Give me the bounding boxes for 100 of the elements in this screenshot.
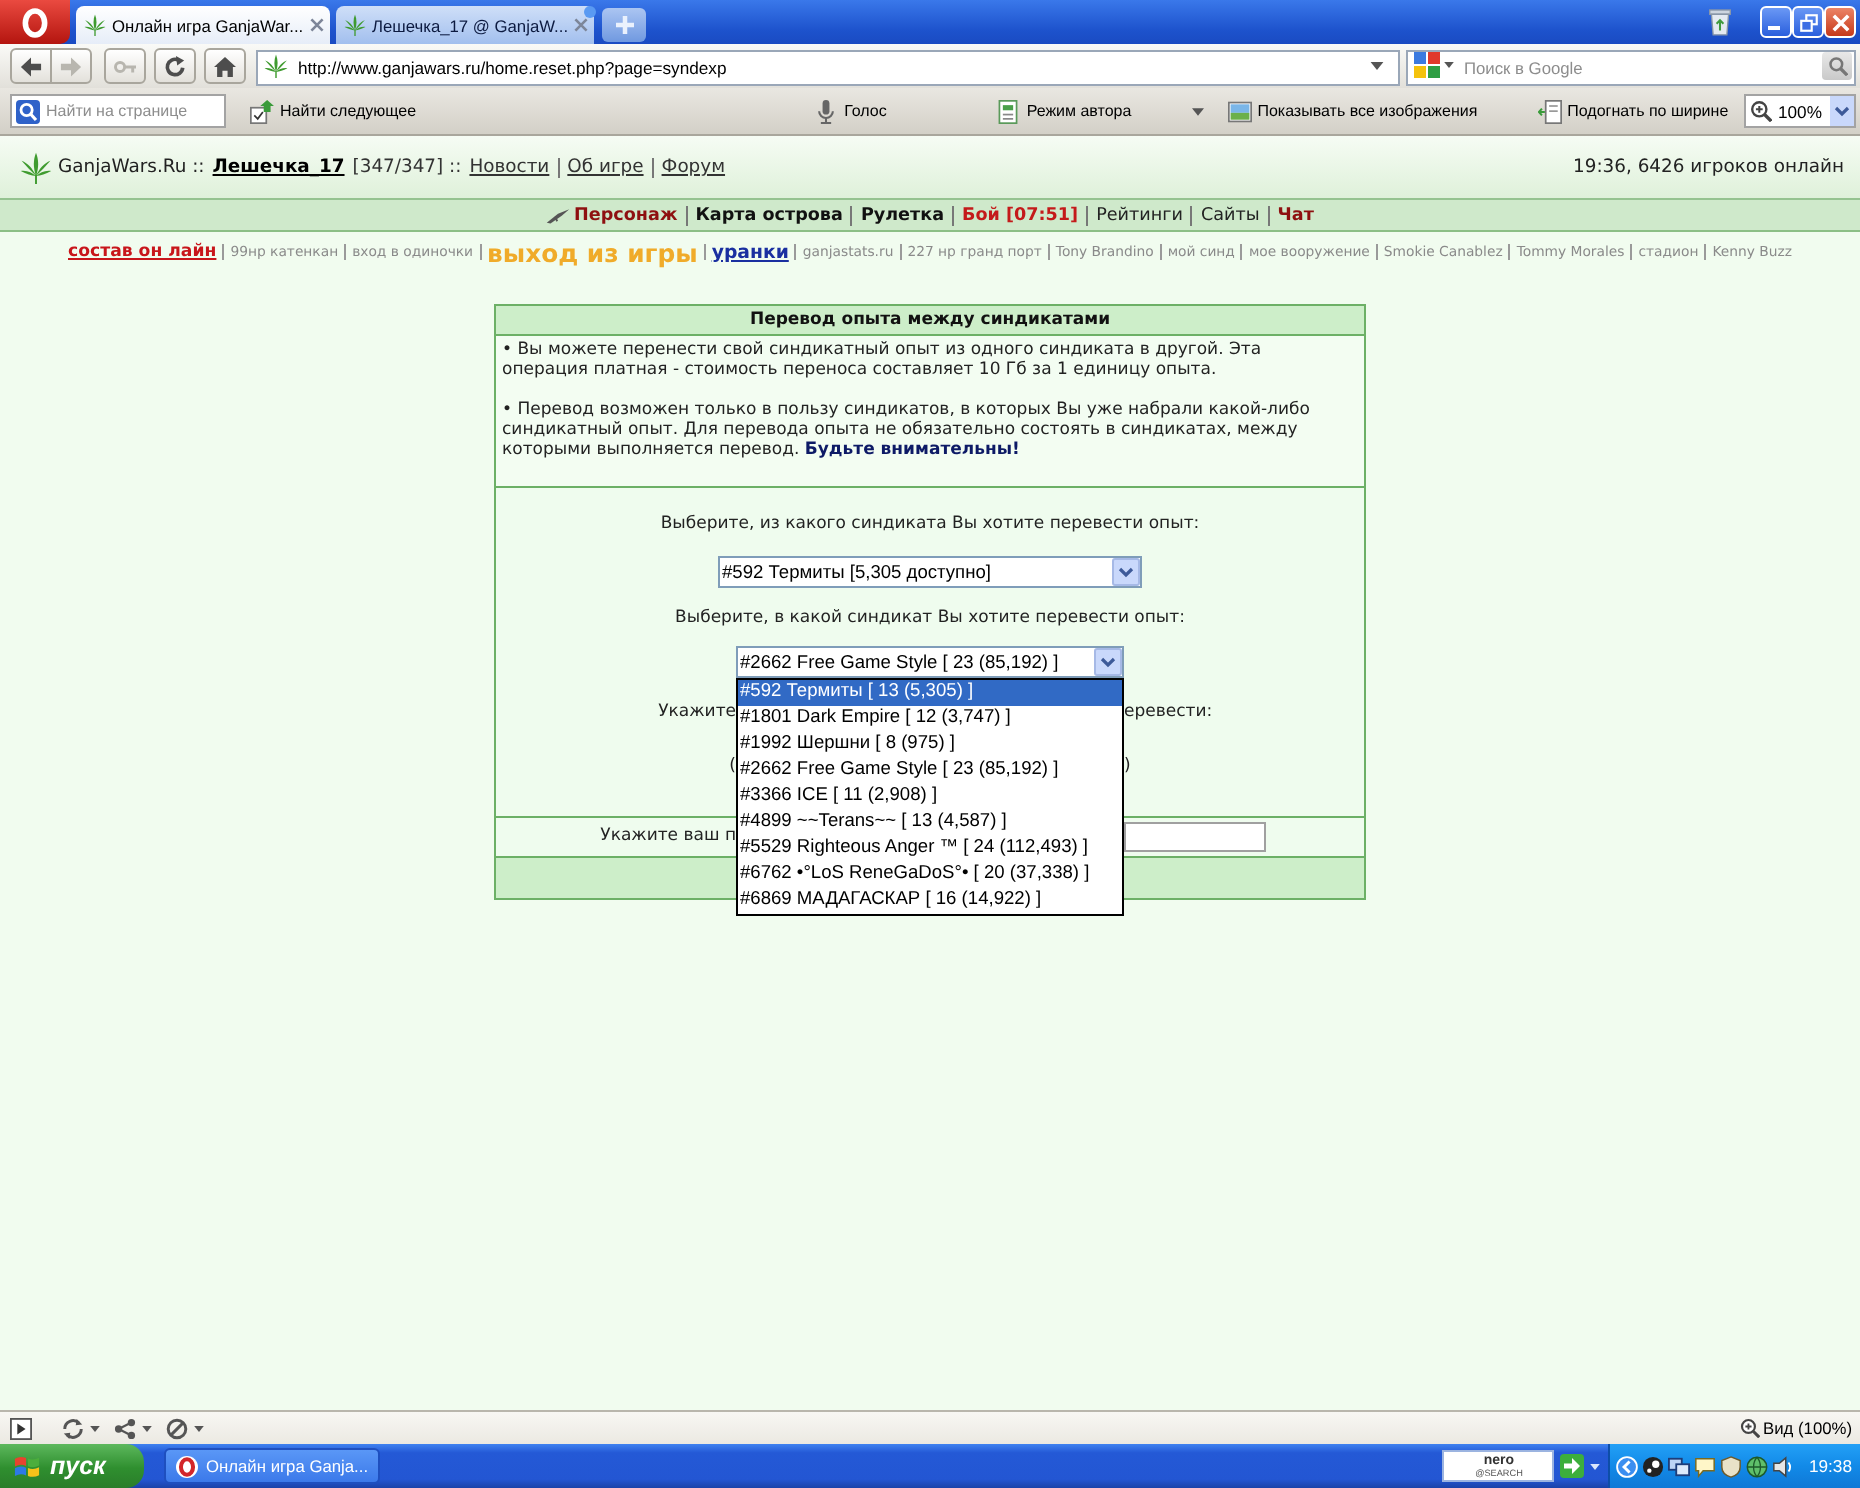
info-paragraph: • Вы можете перенести свой синдикатный опыт из одного синдиката в другой. Эта операция платная - стоимость переноса составляет 10 Гб за 1 единицу опыта. bbox=[502, 340, 1264, 380]
block-icon[interactable] bbox=[166, 1417, 188, 1439]
disc-icon[interactable] bbox=[1642, 1455, 1665, 1477]
forward-arrow-icon bbox=[60, 55, 82, 77]
flag-icon bbox=[14, 1453, 40, 1479]
search-button[interactable] bbox=[1822, 52, 1852, 80]
dropdown-option[interactable]: #592 Термиты [ 13 (5,305) ] bbox=[738, 680, 1122, 706]
dropdown-option[interactable]: #1801 Dark Empire [ 12 (3,747) ] bbox=[738, 706, 1122, 732]
nav-link[interactable]: Сайты bbox=[1200, 205, 1260, 225]
arrow-icon[interactable] bbox=[1560, 1454, 1585, 1478]
browser-tab[interactable]: Онлайн игра GanjaWar... bbox=[76, 6, 330, 44]
leaf-icon bbox=[264, 54, 288, 78]
nav-link[interactable]: Бой [07:51] bbox=[962, 205, 1079, 225]
search-icon bbox=[16, 99, 40, 123]
caret-icon[interactable] bbox=[1370, 62, 1384, 70]
amount-prompt: еревести: bbox=[1124, 702, 1213, 724]
menu-link[interactable]: Новости bbox=[469, 156, 550, 178]
speech-bubble-icon[interactable] bbox=[1694, 1455, 1717, 1477]
nav-link[interactable]: Рулетка bbox=[860, 205, 945, 225]
page-fit-icon bbox=[1537, 99, 1562, 123]
colored-squares-icon[interactable] bbox=[1414, 52, 1440, 78]
find-field[interactable]: Найти на странице bbox=[10, 94, 226, 128]
caret-icon[interactable] bbox=[1444, 62, 1454, 68]
close-icon bbox=[1831, 13, 1849, 31]
globe-icon[interactable] bbox=[1746, 1455, 1769, 1477]
home-button[interactable] bbox=[204, 48, 246, 84]
start-button[interactable]: пуск bbox=[0, 1444, 144, 1488]
menu-link[interactable]: Об игре bbox=[567, 156, 644, 178]
target-select[interactable]: #2662 Free Game Style [ 23 (85,192) ] bbox=[736, 646, 1124, 678]
ring-icon bbox=[22, 7, 48, 37]
user-link[interactable]: Лешечка_17 bbox=[212, 156, 345, 178]
speaker-icon[interactable] bbox=[1772, 1455, 1795, 1477]
new-tab-button[interactable] bbox=[602, 8, 646, 42]
dropdown-option[interactable]: #2662 Free Game Style [ 23 (85,192) ] bbox=[738, 758, 1122, 784]
nav-link[interactable]: Чат bbox=[1277, 205, 1314, 225]
author-mode-button[interactable]: Режим автора bbox=[996, 99, 1132, 123]
dropdown-option[interactable]: #6869 МАДАГАСКАР [ 16 (14,922) ] bbox=[738, 888, 1122, 914]
show-images-button[interactable]: Показывать все изображения bbox=[1227, 99, 1478, 123]
nav-link[interactable]: Рейтинги bbox=[1096, 205, 1183, 225]
back-button[interactable] bbox=[10, 48, 52, 84]
reload-icon bbox=[164, 55, 186, 77]
trash-icon[interactable] bbox=[1708, 8, 1732, 36]
info-paragraph: • Перевод возможен только в пользу синдикатов, в которых Вы уже набрали какой-либо синдикатный опыт. Для перевода опыта не обязательно состоять в синдикатах, между которыми выполняется перевод. Будьте внимательны! bbox=[502, 400, 1312, 460]
quick-link[interactable]: состав он лайн bbox=[68, 242, 217, 262]
back-arrow-icon bbox=[20, 55, 42, 77]
caret-icon[interactable] bbox=[1590, 1463, 1601, 1469]
caret-icon[interactable] bbox=[142, 1425, 152, 1431]
share-icon[interactable] bbox=[114, 1417, 136, 1439]
close-icon[interactable] bbox=[309, 18, 324, 32]
password-prompt: Укажите ваш п bbox=[600, 826, 736, 848]
nav-link[interactable]: Персонаж bbox=[574, 205, 678, 225]
dropdown-option[interactable]: #1992 Шершни [ 8 (975) ] bbox=[738, 732, 1122, 758]
ring-icon bbox=[176, 1455, 198, 1477]
key-icon bbox=[114, 55, 136, 77]
panel-toggle-icon[interactable] bbox=[10, 1417, 32, 1439]
caret-icon[interactable] bbox=[90, 1425, 100, 1431]
leaf-icon bbox=[84, 14, 106, 36]
amount-prompt: Укажите bbox=[658, 702, 736, 724]
minimize-button[interactable] bbox=[1760, 6, 1792, 38]
browser-tab[interactable]: Лешечка_17 @ GanjaW... bbox=[336, 6, 594, 44]
taskbar-button[interactable]: Онлайн игра Ganja... bbox=[164, 1448, 380, 1484]
zoom-icon bbox=[1739, 1418, 1760, 1438]
online-status: 19:36, 6426 игроков онлайн bbox=[1573, 156, 1844, 178]
zoom-button[interactable]: Вид (100%) bbox=[1739, 1418, 1852, 1438]
document-icon bbox=[996, 99, 1021, 123]
search-field[interactable]: Поиск в Google bbox=[1406, 50, 1856, 86]
menu-button[interactable] bbox=[0, 0, 70, 44]
amount-hint: ) bbox=[1124, 756, 1131, 778]
minimize-icon bbox=[1768, 26, 1780, 30]
dropdown-option[interactable]: #3366 ICE [ 11 (2,908) ] bbox=[738, 784, 1122, 810]
search-icon bbox=[1827, 56, 1847, 76]
close-button[interactable] bbox=[1824, 6, 1856, 38]
panel-title: Перевод опыта между синдикатами bbox=[496, 306, 1364, 336]
voice-button[interactable]: Голос bbox=[814, 99, 887, 123]
dropdown-option[interactable]: #4899 ~~Terans~~ [ 13 (4,587) ] bbox=[738, 810, 1122, 836]
find-next-button[interactable]: Найти следующее bbox=[250, 99, 417, 123]
amount-hint: ( bbox=[729, 756, 736, 778]
password-field[interactable] bbox=[1124, 822, 1266, 852]
address-field[interactable]: http://www.ganjawars.ru/home.reset.php?page=syndexp bbox=[256, 50, 1400, 86]
source-prompt: Выберите, из какого синдиката Вы хотите перевести опыт: bbox=[658, 514, 1202, 536]
dropdown-option[interactable]: #6762 •°LoS ReneGaDoS°• [ 20 (37,338) ] bbox=[738, 862, 1122, 888]
source-select[interactable]: #592 Термиты [5,305 доступно] bbox=[718, 556, 1142, 588]
caret-icon[interactable] bbox=[1191, 107, 1204, 115]
sync-icon[interactable] bbox=[62, 1417, 84, 1439]
rifle-icon bbox=[546, 207, 571, 223]
dropdown-option[interactable]: #5529 Righteous Anger ™ [ 24 (112,493) ] bbox=[738, 836, 1122, 862]
restore-button[interactable] bbox=[1792, 6, 1824, 38]
quick-link[interactable]: уранки bbox=[711, 241, 789, 263]
caret-icon[interactable] bbox=[194, 1425, 204, 1431]
microphone-icon bbox=[814, 99, 839, 123]
fit-width-button[interactable]: Подогнать по ширине bbox=[1537, 99, 1729, 123]
target-prompt: Выберите, в какой синдикат Вы хотите перевести опыт: bbox=[673, 608, 1187, 630]
shield-icon[interactable] bbox=[1720, 1455, 1743, 1477]
chevron-icon[interactable] bbox=[1616, 1455, 1639, 1477]
nav-link[interactable]: Карта острова bbox=[695, 205, 843, 225]
reload-button[interactable] bbox=[154, 48, 196, 84]
zoom-select[interactable]: 100% bbox=[1744, 94, 1856, 128]
menu-link[interactable]: Форум bbox=[661, 156, 726, 178]
site-title: GanjaWars.Ru :: bbox=[58, 156, 205, 178]
monitor-icon[interactable] bbox=[1668, 1455, 1691, 1477]
